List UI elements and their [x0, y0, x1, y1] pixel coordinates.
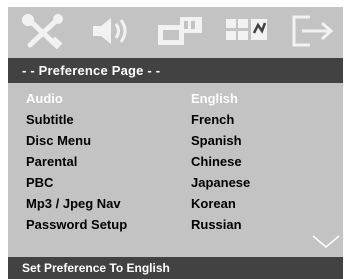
preference-grid-icon[interactable]	[218, 11, 274, 51]
menu-item-label: PBC	[26, 175, 54, 190]
video-display-icon[interactable]	[150, 11, 206, 51]
menu-item-label: Disc Menu	[26, 133, 92, 148]
status-text: Set Preference To English	[22, 261, 170, 275]
menu-item-label: Mp3 / Jpeg Nav	[26, 196, 121, 211]
dvd-setup-menu: - - Preference Page - - Audio English Su…	[8, 7, 343, 279]
menu-item-value: Russian	[191, 217, 242, 232]
menu-item-label: Subtitle	[26, 112, 74, 127]
menu-item-value: Chinese	[191, 154, 242, 169]
speaker-audio-icon[interactable]	[83, 11, 139, 51]
menu-item-value: Korean	[191, 196, 236, 211]
menu-item-mp3-jpeg-nav[interactable]: Mp3 / Jpeg Nav Korean	[8, 194, 343, 215]
page-title-bar: - - Preference Page - -	[8, 58, 343, 83]
page-title: - - Preference Page - -	[22, 63, 161, 78]
setup-icon-bar	[8, 7, 343, 55]
down-arrow-icon[interactable]	[312, 235, 340, 249]
menu-item-pbc[interactable]: PBC Japanese	[8, 173, 343, 194]
menu-item-audio[interactable]: Audio English	[8, 89, 343, 110]
tools-settings-icon[interactable]	[16, 11, 72, 51]
menu-item-value: Japanese	[191, 175, 251, 190]
menu-item-disc-menu[interactable]: Disc Menu Spanish	[8, 131, 343, 152]
menu-item-value: English	[191, 91, 238, 106]
menu-item-value: Spanish	[191, 133, 242, 148]
status-bar: Set Preference To English	[8, 257, 343, 279]
menu-item-parental[interactable]: Parental Chinese	[8, 152, 343, 173]
menu-item-value: French	[191, 112, 235, 127]
menu-item-label: Parental	[26, 154, 78, 169]
menu-item-subtitle[interactable]: Subtitle French	[8, 110, 343, 131]
menu-item-password-setup[interactable]: Password Setup Russian	[8, 215, 343, 236]
menu-item-label: Audio	[26, 91, 63, 106]
exit-icon[interactable]	[284, 11, 340, 51]
menu-item-label: Password Setup	[26, 217, 128, 232]
